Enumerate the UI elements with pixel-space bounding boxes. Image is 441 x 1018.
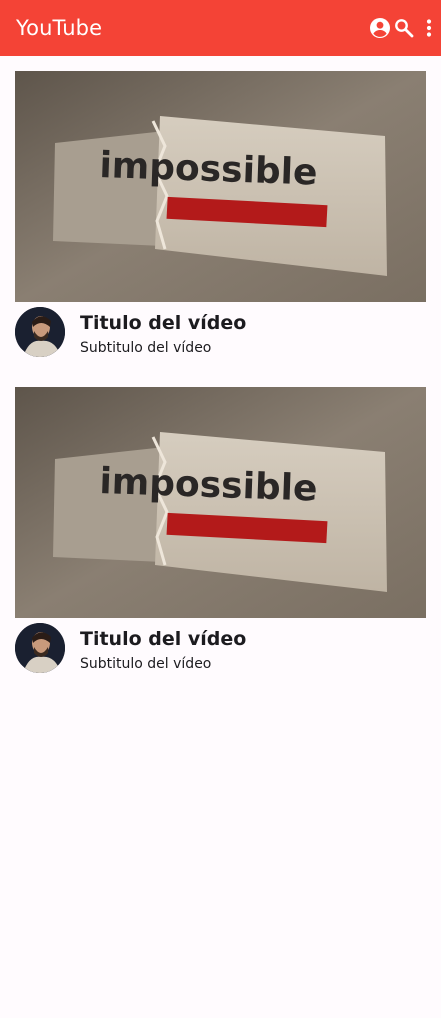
channel-avatar[interactable] [15,307,65,357]
app-title: YouTube [16,16,103,40]
search-icon[interactable] [392,16,416,40]
video-subtitle: Subtitulo del vídeo [80,656,212,672]
video-title[interactable]: Titulo del vídeo [80,311,246,335]
video-subtitle: Subtitulo del vídeo [80,340,212,356]
channel-avatar[interactable] [15,623,65,673]
app-bar: YouTube [0,0,441,56]
video-title[interactable]: Titulo del vídeo [80,627,246,651]
video-thumbnail[interactable]: impossible [15,387,426,618]
thumbnail-caption: impossible [99,145,318,194]
video-thumbnail[interactable]: impossible [15,71,426,302]
thumbnail-caption: impossible [99,461,318,510]
more-vert-icon[interactable] [417,16,441,40]
account-circle-icon[interactable] [368,16,392,40]
